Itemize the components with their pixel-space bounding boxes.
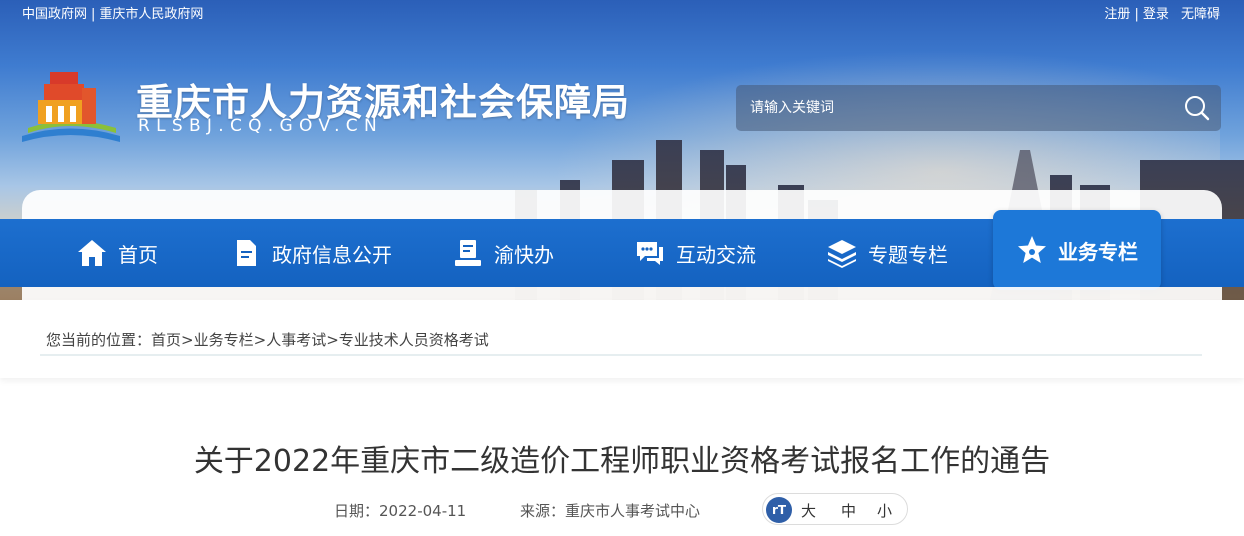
- breadcrumb: 您当前的位置：首页>业务专栏>人事考试>专业技术人员资格考试: [46, 329, 489, 350]
- nav-label: 政府信息公开: [272, 242, 392, 267]
- breadcrumb-home[interactable]: 首页: [151, 331, 181, 349]
- nav-card-bottom: [22, 287, 1222, 301]
- top-links-right: 注册 | 登录 无障碍: [1104, 3, 1220, 22]
- nav-item-yukuaiban[interactable]: 渝快办: [452, 219, 554, 287]
- article-date: 日期：2022-04-11: [334, 500, 466, 521]
- breadcrumb-separator: >: [253, 331, 267, 349]
- article-title: 关于2022年重庆市二级造价工程师职业资格考试报名工作的通告: [193, 444, 1051, 479]
- cq-gov-link[interactable]: 重庆市人民政府网: [99, 7, 203, 22]
- font-large-button[interactable]: 大: [801, 500, 816, 521]
- search-input[interactable]: [736, 85, 1166, 131]
- site-domain: RLSBJ.CQ.GOV.CN: [138, 116, 383, 136]
- breadcrumb-current[interactable]: 专业技术人员资格考试: [339, 331, 489, 349]
- nav-item-interaction[interactable]: 互动交流: [634, 219, 756, 287]
- date-value: 2022-04-11: [379, 502, 467, 520]
- nav-item-special-topics[interactable]: 专题专栏: [826, 219, 948, 287]
- gov-link[interactable]: 中国政府网: [22, 7, 87, 22]
- nav-label: 专题专栏: [868, 242, 948, 267]
- nav-label: 首页: [118, 242, 158, 267]
- layers-icon: [828, 240, 856, 268]
- font-size-switcher: rT 大 中 小: [762, 493, 908, 525]
- document-icon: [237, 240, 256, 266]
- article-source: 来源：重庆市人事考试中心: [520, 500, 700, 521]
- nav-item-home[interactable]: 首页: [76, 219, 158, 287]
- book-stand-icon: [455, 240, 481, 266]
- star-icon: [1018, 236, 1046, 263]
- search-box: [736, 85, 1221, 131]
- nav-label: 互动交流: [676, 242, 756, 267]
- breadcrumb-prefix: 您当前的位置：: [46, 331, 152, 349]
- breadcrumb-business[interactable]: 业务专栏: [194, 331, 254, 349]
- login-link[interactable]: 登录: [1143, 7, 1169, 22]
- register-link[interactable]: 注册: [1104, 7, 1130, 22]
- top-links-left: 中国政府网 | 重庆市人民政府网: [22, 3, 203, 22]
- date-label: 日期：: [334, 502, 380, 520]
- separator: |: [91, 7, 96, 22]
- nav-item-gov-info[interactable]: 政府信息公开: [230, 219, 392, 287]
- search-icon[interactable]: [1183, 94, 1211, 122]
- source-label: 来源：: [520, 502, 566, 520]
- breadcrumb-exam[interactable]: 人事考试: [266, 331, 326, 349]
- accessibility-link[interactable]: 无障碍: [1181, 7, 1220, 22]
- nav-label: 渝快办: [494, 242, 554, 267]
- nav-item-business[interactable]: 业务专栏: [993, 210, 1161, 290]
- source-value: 重庆市人事考试中心: [565, 502, 701, 520]
- font-medium-button[interactable]: 中: [841, 500, 856, 521]
- home-icon: [78, 240, 106, 266]
- breadcrumb-separator: >: [326, 331, 339, 349]
- font-small-button[interactable]: 小: [877, 500, 892, 521]
- separator: |: [1134, 7, 1139, 22]
- site-logo-icon[interactable]: [20, 66, 122, 146]
- divider: [40, 354, 1202, 356]
- chat-icon: [637, 242, 663, 265]
- font-size-icon: rT: [766, 497, 792, 523]
- breadcrumb-separator: >: [181, 331, 194, 349]
- nav-label: 业务专栏: [1058, 239, 1138, 264]
